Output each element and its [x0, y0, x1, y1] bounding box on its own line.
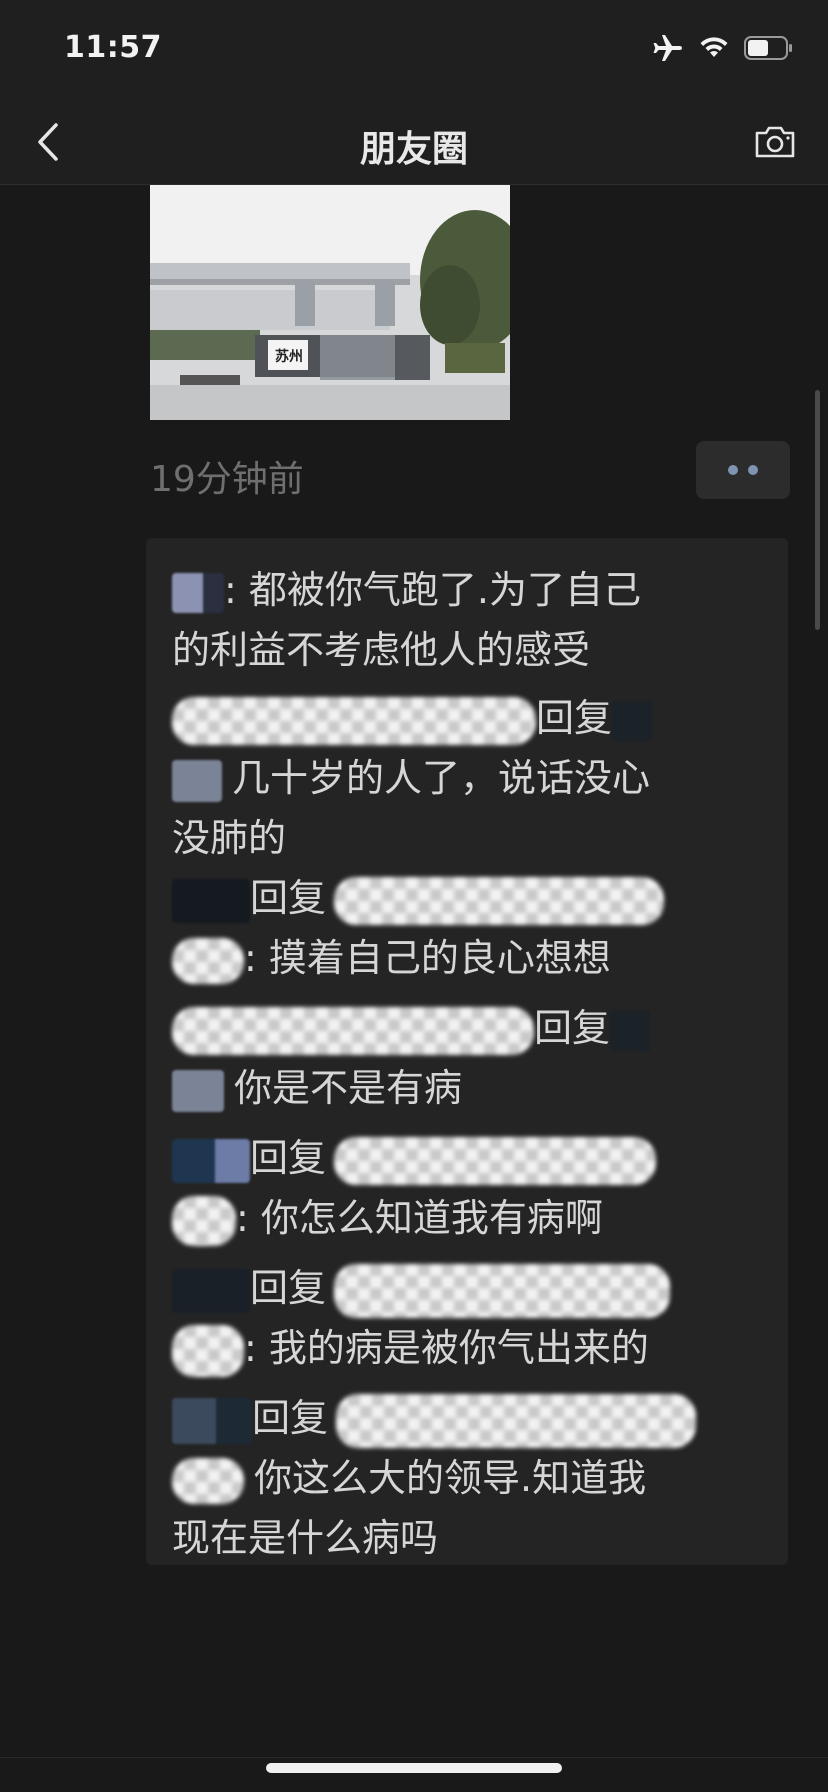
divider: [0, 1757, 828, 1758]
scrollbar[interactable]: [815, 390, 820, 630]
home-indicator[interactable]: [266, 1763, 562, 1773]
comment-item[interactable]: 回复 几十岁的人了，说话没心 没肺的: [172, 688, 772, 868]
comment-line: 回复: [172, 1388, 772, 1448]
blurred-username: [172, 1069, 224, 1112]
more-dots-icon: [728, 465, 738, 475]
comment-line: 回复: [172, 688, 772, 748]
comment-line: 你这么大的领导.知道我: [172, 1448, 772, 1508]
blurred-username: [172, 1195, 236, 1246]
wifi-icon: [698, 35, 730, 65]
blurred-username: [172, 937, 244, 984]
comment-item[interactable]: 回复 : 我的病是被你气出来的: [172, 1258, 772, 1378]
comment-line: 你是不是有病: [172, 1058, 772, 1118]
blurred-username: [172, 759, 222, 802]
blurred-username: [172, 878, 250, 923]
comment-line: : 摸着自己的良心想想: [172, 928, 772, 988]
blurred-username: [172, 696, 536, 745]
status-time: 11:57: [64, 30, 162, 65]
status-icons: [652, 34, 794, 66]
post-photo[interactable]: 苏州: [150, 185, 510, 420]
airplane-icon: [652, 34, 684, 66]
blurred-username: [172, 572, 224, 613]
comment-item[interactable]: 回复 你这么大的领导.知道我 现在是什么病吗: [172, 1388, 772, 1568]
blurred-username: [172, 1324, 244, 1377]
comment-item[interactable]: 回复 你是不是有病: [172, 998, 772, 1118]
battery-icon: [744, 35, 794, 65]
comment-line: 几十岁的人了，说话没心: [172, 748, 772, 808]
more-actions-button[interactable]: [696, 441, 790, 499]
comments-section: : 都被你气跑了.为了自己 的利益不考虑他人的感受 回复 几十岁的人了，说话没心…: [146, 538, 788, 1565]
blurred-username: [172, 1457, 244, 1504]
blurred-username: [172, 1006, 534, 1055]
comment-line: 回复: [172, 1128, 772, 1188]
photo-sign-text: 苏州: [275, 348, 303, 365]
comment-line: 回复: [172, 868, 772, 928]
post-timestamp: 19分钟前: [150, 459, 304, 500]
comment-line: 回复: [172, 1258, 772, 1318]
blurred-username: [172, 1138, 250, 1183]
comment-item[interactable]: 回复 : 你怎么知道我有病啊: [172, 1128, 772, 1248]
camera-button[interactable]: [752, 120, 798, 164]
comment-line: : 我的病是被你气出来的: [172, 1318, 772, 1378]
comment-line: : 都被你气跑了.为了自己: [172, 560, 772, 620]
comment-item[interactable]: : 都被你气跑了.为了自己 的利益不考虑他人的感受: [172, 560, 772, 680]
page-title: 朋友圈: [359, 129, 468, 170]
moments-feed: 苏州 19分钟前 : 都被你气跑了.为了自己 的利益不考虑他人的感受 回复 几十…: [0, 185, 828, 1757]
blurred-username: [172, 1397, 252, 1444]
comment-line: : 你怎么知道我有病啊: [172, 1188, 772, 1248]
navigation-bar: 朋友圈: [0, 100, 828, 185]
comment-item[interactable]: 回复 : 摸着自己的良心想想: [172, 868, 772, 988]
blurred-username: [172, 1268, 250, 1313]
comment-line: 回复: [172, 998, 772, 1058]
status-bar: 11:57: [0, 0, 828, 100]
